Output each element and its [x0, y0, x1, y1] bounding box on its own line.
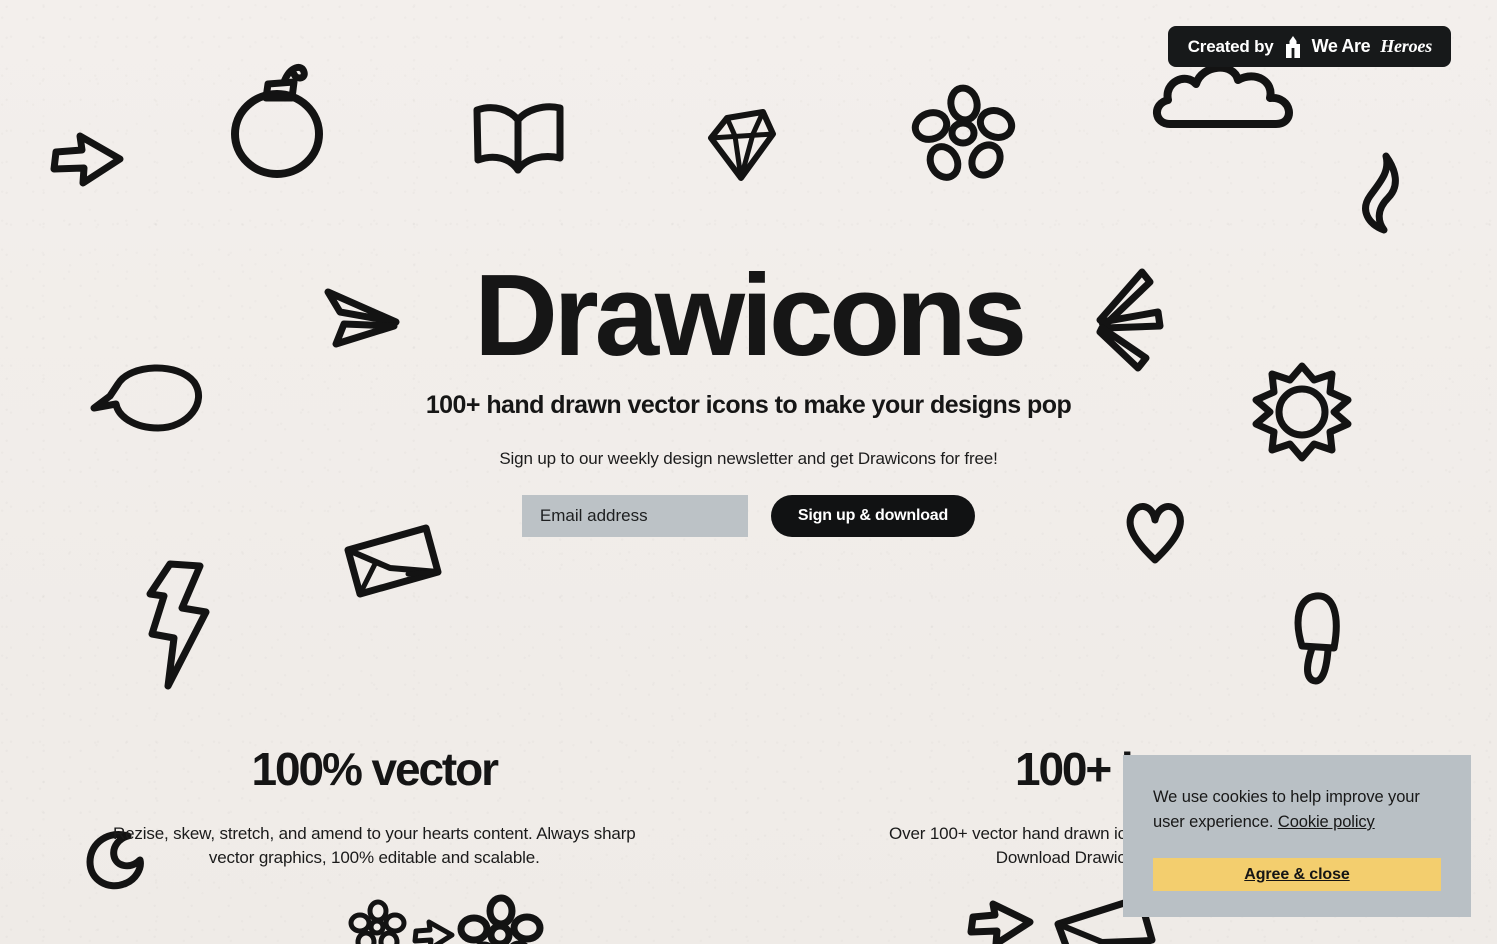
feature-vector: 100% vector Rezise, skew, stretch, and a…: [0, 742, 749, 870]
cookie-message: We use cookies to help improve your user…: [1153, 785, 1441, 835]
flower-large-icon: [457, 894, 544, 944]
feature-vector-heading: 100% vector: [251, 743, 500, 795]
page-title: Drawicons: [474, 250, 1027, 380]
agree-and-close-button[interactable]: Agree & close: [1153, 858, 1441, 892]
hero-section: Drawicons 100+ hand drawn vector icons t…: [0, 0, 1497, 537]
arrow-right-bottom-icon: [967, 898, 1036, 944]
cookie-policy-link[interactable]: Cookie policy: [1278, 813, 1375, 831]
created-by-label: Created by: [1187, 36, 1274, 56]
created-by-badge[interactable]: Created by We Are Heroes: [1167, 26, 1451, 67]
email-input[interactable]: [521, 494, 748, 537]
brand-name-bold: We Are: [1311, 36, 1371, 56]
flower-small-icon: [348, 899, 407, 944]
cookie-banner: We use cookies to help improve your user…: [1123, 755, 1471, 917]
we-are-heroes-logo-icon: [1283, 35, 1303, 58]
brand-name-italic: Heroes: [1380, 36, 1432, 56]
page-canvas: Created by We Are Heroes Drawicons 100+ …: [0, 0, 1497, 944]
lightning-bolt-icon: [142, 560, 220, 692]
feature-vector-body: Rezise, skew, stretch, and amend to your…: [112, 824, 636, 868]
hero-subtitle: 100+ hand drawn vector icons to make you…: [425, 390, 1072, 419]
newsletter-note: Sign up to our weekly design newsletter …: [499, 448, 998, 468]
arrow-right-small-icon: [412, 918, 456, 944]
signup-form: Sign up & download: [0, 494, 1497, 537]
signup-download-button[interactable]: Sign up & download: [770, 494, 976, 537]
popsicle-icon: [1288, 590, 1346, 688]
